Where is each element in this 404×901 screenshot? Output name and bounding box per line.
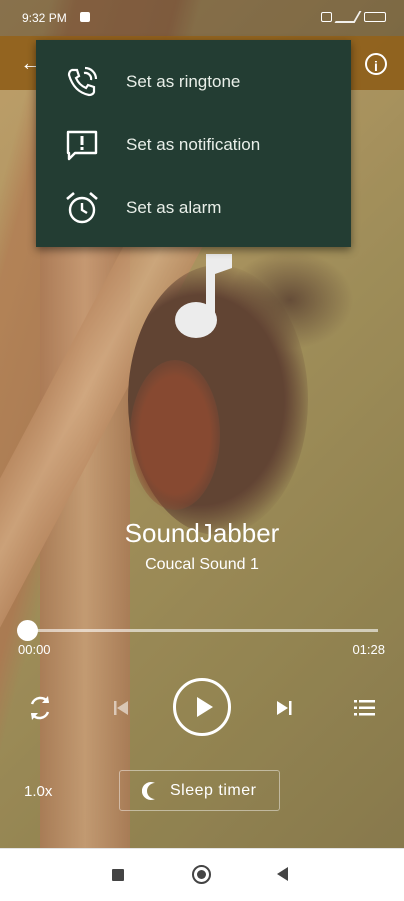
moon-icon [142,782,155,800]
menu-item-label: Set as ringtone [126,72,241,91]
signal-icon [334,11,362,23]
play-button[interactable] [173,678,231,736]
sleep-timer-label: Sleep timer [170,782,257,799]
alarm-clock-icon [66,192,98,224]
sim-icon [321,12,332,22]
back-nav-icon[interactable] [277,867,288,881]
track-name: Coucal Sound 1 [145,556,259,573]
phone-ringing-icon [67,66,98,97]
home-icon[interactable] [192,865,211,884]
total-time: 01:28 [352,642,385,657]
repeat-icon[interactable] [22,690,58,726]
play-icon [197,697,213,717]
menu-item-label: Set as notification [126,135,261,154]
skip-previous-icon[interactable] [103,690,139,726]
playlist-icon[interactable] [346,690,382,726]
set-as-menu: Set as ringtone Set as notification Set … [36,40,351,247]
app-title: SoundJabber [124,518,280,548]
player-screen: 9:32 PM ← i SoundJabber Coucal Sound 1 0… [0,0,404,848]
notification-app-icon [80,12,90,22]
skip-next-icon[interactable] [266,690,302,726]
status-bar: 9:32 PM [0,0,404,36]
sleep-timer-button[interactable]: Sleep timer [119,770,280,811]
seek-thumb[interactable] [17,620,38,641]
menu-item-set-alarm[interactable]: Set as alarm [36,176,351,239]
battery-icon [364,12,386,22]
recent-apps-icon[interactable] [112,869,124,881]
info-icon[interactable]: i [365,53,387,75]
menu-item-set-notification[interactable]: Set as notification [36,113,351,176]
playback-speed[interactable]: 1.0x [24,783,52,800]
menu-item-set-ringtone[interactable]: Set as ringtone [36,50,351,113]
seek-bar[interactable] [26,629,378,632]
notification-alert-icon [66,130,98,161]
music-note-icon [175,254,232,338]
status-time: 9:32 PM [22,11,67,25]
current-time: 00:00 [18,642,51,657]
menu-item-label: Set as alarm [126,198,222,217]
status-icons [321,11,386,23]
system-nav-bar [0,848,404,901]
